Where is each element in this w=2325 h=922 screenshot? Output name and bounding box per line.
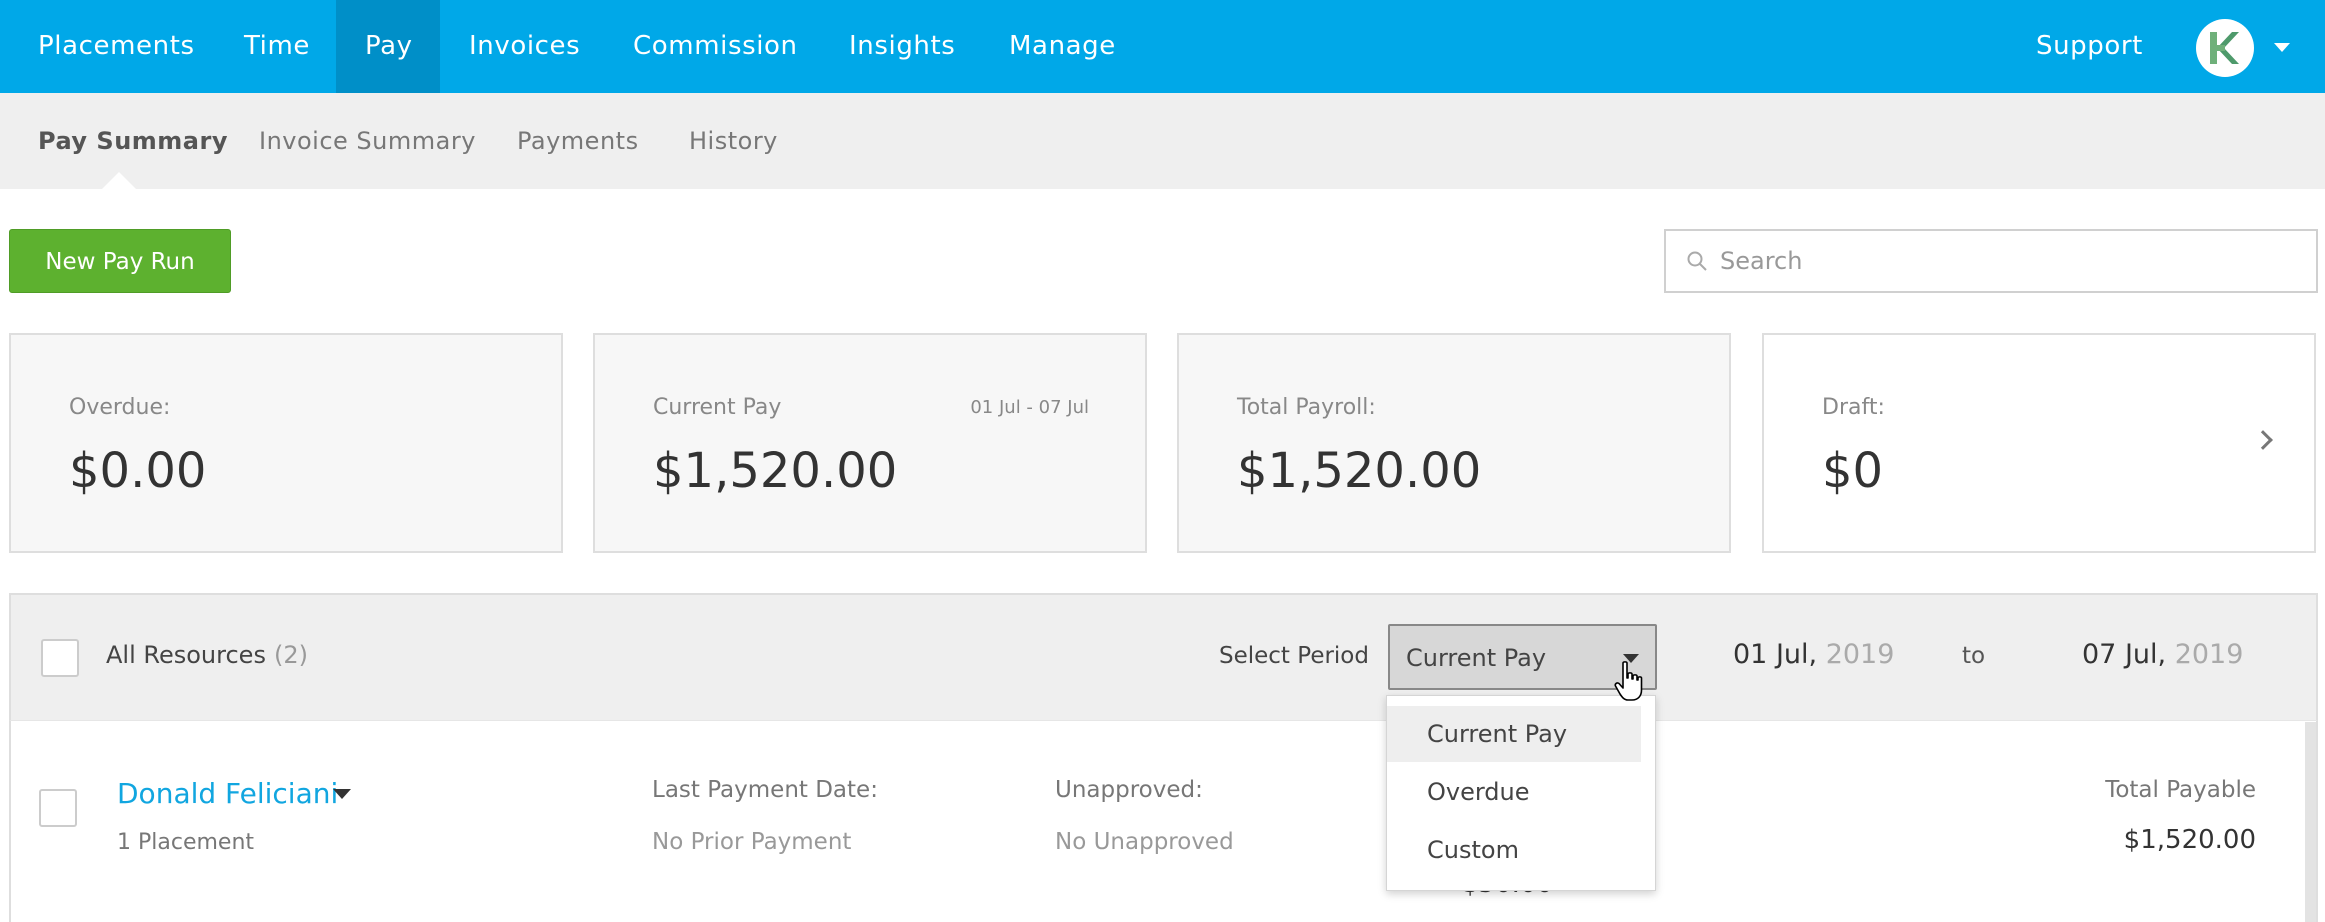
period-option-current-pay[interactable]: Current Pay: [1387, 706, 1641, 762]
tab-invoice-summary[interactable]: Invoice Summary: [259, 93, 476, 189]
nav-commission[interactable]: Commission: [633, 0, 798, 93]
unapproved-label: Unapproved:: [1055, 777, 1203, 803]
card-value: $1,520.00: [1237, 443, 1482, 499]
nav-time[interactable]: Time: [244, 0, 310, 93]
period-dropdown-menu: Current Pay Overdue Custom: [1386, 695, 1656, 891]
card-label: Total Payroll:: [1237, 395, 1376, 420]
nav-manage[interactable]: Manage: [1009, 0, 1116, 93]
select-all-checkbox[interactable]: [41, 639, 79, 677]
select-period-label: Select Period: [1219, 643, 1369, 669]
total-payable-value: $1,520.00: [2123, 825, 2256, 855]
period-option-custom[interactable]: Custom: [1387, 822, 1655, 878]
card-value: $1,520.00: [653, 443, 898, 499]
scrollbar[interactable]: [2305, 722, 2316, 922]
table-row: Donald Feliciani 1 Placement Last Paymen…: [9, 720, 2318, 922]
search-icon: [1687, 251, 1707, 271]
hk-logo-icon: [2210, 32, 2239, 64]
nav-placements[interactable]: Placements: [38, 0, 195, 93]
to-date[interactable]: 07 Jul, 2019: [2082, 639, 2243, 670]
card-label: Draft:: [1822, 395, 1885, 420]
chevron-down-icon[interactable]: [333, 789, 351, 799]
resource-count: (2): [273, 641, 308, 669]
to-label: to: [1962, 643, 1986, 669]
nav-pay[interactable]: Pay: [336, 0, 440, 93]
active-tab-pointer: [102, 172, 136, 189]
card-label: Current Pay: [653, 395, 782, 420]
search-input[interactable]: [1720, 231, 2300, 291]
card-date-range: 01 Jul - 07 Jul: [970, 397, 1089, 418]
row-checkbox[interactable]: [39, 789, 77, 827]
last-payment-value: No Prior Payment: [652, 829, 852, 855]
unapproved-value: No Unapproved: [1055, 829, 1234, 855]
period-option-overdue[interactable]: Overdue: [1387, 764, 1655, 820]
total-payroll-card[interactable]: Total Payroll: $1,520.00: [1177, 333, 1731, 553]
nav-insights[interactable]: Insights: [849, 0, 955, 93]
from-date[interactable]: 01 Jul, 2019: [1733, 639, 1894, 670]
overdue-card[interactable]: Overdue: $0.00: [9, 333, 563, 553]
tab-history[interactable]: History: [689, 93, 778, 189]
chevron-down-icon[interactable]: [2274, 43, 2290, 52]
tab-payments[interactable]: Payments: [517, 93, 639, 189]
card-value: $0.00: [69, 443, 207, 499]
nav-support[interactable]: Support: [2036, 0, 2143, 93]
avatar[interactable]: [2196, 19, 2254, 77]
card-value: $0: [1822, 443, 1884, 499]
top-navigation-bar: Placements Time Pay Invoices Commission …: [0, 0, 2325, 93]
new-pay-run-button[interactable]: New Pay Run: [9, 229, 231, 293]
last-payment-label: Last Payment Date:: [652, 777, 878, 803]
sub-navigation-bar: Pay Summary Invoice Summary Payments His…: [0, 93, 2325, 189]
resources-header: All Resources (2) Select Period Current P…: [9, 593, 2318, 720]
current-pay-card[interactable]: Current Pay 01 Jul - 07 Jul $1,520.00: [593, 333, 1147, 553]
placement-count: 1 Placement: [117, 830, 255, 855]
hand-cursor-icon: [1614, 661, 1643, 701]
period-select-value: Current Pay: [1406, 644, 1547, 672]
draft-card[interactable]: Draft: $0: [1762, 333, 2316, 553]
chevron-right-icon[interactable]: [2253, 430, 2273, 450]
resource-name-link[interactable]: Donald Feliciani: [117, 777, 338, 810]
total-payable-label: Total Payable: [2105, 777, 2256, 803]
nav-invoices[interactable]: Invoices: [469, 0, 580, 93]
card-label: Overdue:: [69, 395, 171, 420]
search-box: [1664, 229, 2318, 293]
all-resources-label: All Resources (2): [106, 641, 308, 669]
